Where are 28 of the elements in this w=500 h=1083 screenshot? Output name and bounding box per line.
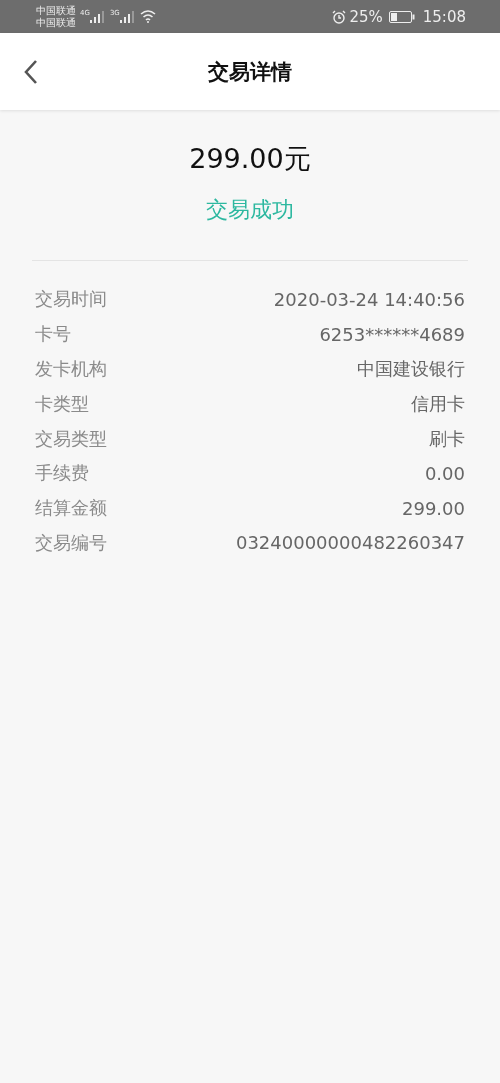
battery-percent: 25% — [349, 7, 383, 26]
page-title: 交易详情 — [208, 58, 292, 86]
transaction-status: 交易成功 — [206, 196, 294, 224]
detail-label: 交易类型 — [35, 426, 107, 451]
detail-label: 结算金额 — [35, 496, 107, 521]
signal-icon — [119, 10, 134, 23]
detail-label: 手续费 — [35, 461, 89, 486]
signal-icon — [89, 10, 104, 23]
detail-label: 交易时间 — [35, 287, 107, 312]
battery-icon — [388, 10, 415, 23]
transaction-amount: 299.00元 — [189, 142, 311, 176]
carrier-name: 中国联通 — [36, 16, 76, 29]
alarm-clock-icon — [332, 9, 347, 24]
clock-time: 15:08 — [422, 7, 466, 26]
detail-value: 信用卡 — [411, 391, 465, 416]
detail-label: 交易编号 — [35, 530, 107, 555]
detail-value: 299.00 — [402, 497, 465, 519]
detail-value: 03240000000482260347 — [235, 532, 465, 554]
detail-value: 6253******4689 — [319, 323, 465, 345]
detail-value: 中国建设银行 — [357, 357, 465, 381]
carrier-name: 中国联通 — [36, 4, 76, 17]
detail-value: 0.00 — [424, 462, 465, 484]
detail-label: 卡号 — [35, 322, 71, 347]
wifi-icon — [139, 10, 156, 23]
detail-value: 刷卡 — [429, 426, 465, 451]
detail-value: 2020-03-24 14:40:56 — [273, 288, 465, 310]
detail-label: 发卡机构 — [35, 357, 107, 381]
detail-label: 卡类型 — [35, 391, 89, 416]
